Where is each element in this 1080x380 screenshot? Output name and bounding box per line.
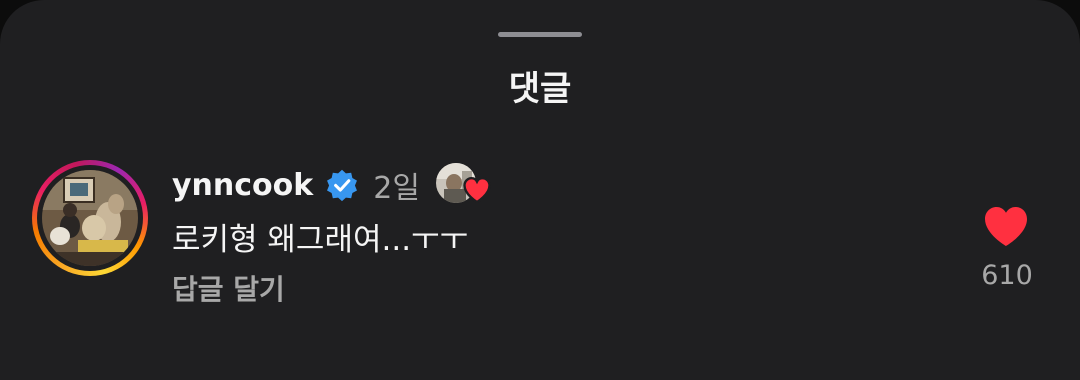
sheet-drag-handle[interactable] <box>498 32 582 37</box>
liked-by-author-indicator <box>435 163 491 207</box>
like-count: 610 <box>981 260 1033 291</box>
comment-username[interactable]: ynncook <box>172 168 313 203</box>
comment-timestamp: 2일 <box>373 171 420 206</box>
comment-header: ynncook 2일 <box>172 160 491 210</box>
sheet-title: 댓글 <box>508 69 572 109</box>
author-heart-icon <box>462 175 492 205</box>
heart-icon[interactable] <box>982 204 1030 248</box>
verified-badge-icon <box>325 168 359 202</box>
reply-button[interactable]: 답글 달기 <box>172 268 285 312</box>
comment-text: 로키형 왜그래여...ㅜㅜ <box>172 222 469 258</box>
avatar[interactable] <box>42 170 138 266</box>
comments-sheet: 댓글 ynncook 2일 로키형 왜그래여...ㅜㅜ 답글 달기 610 <box>0 0 1080 380</box>
avatar-story-ring[interactable] <box>32 160 148 276</box>
